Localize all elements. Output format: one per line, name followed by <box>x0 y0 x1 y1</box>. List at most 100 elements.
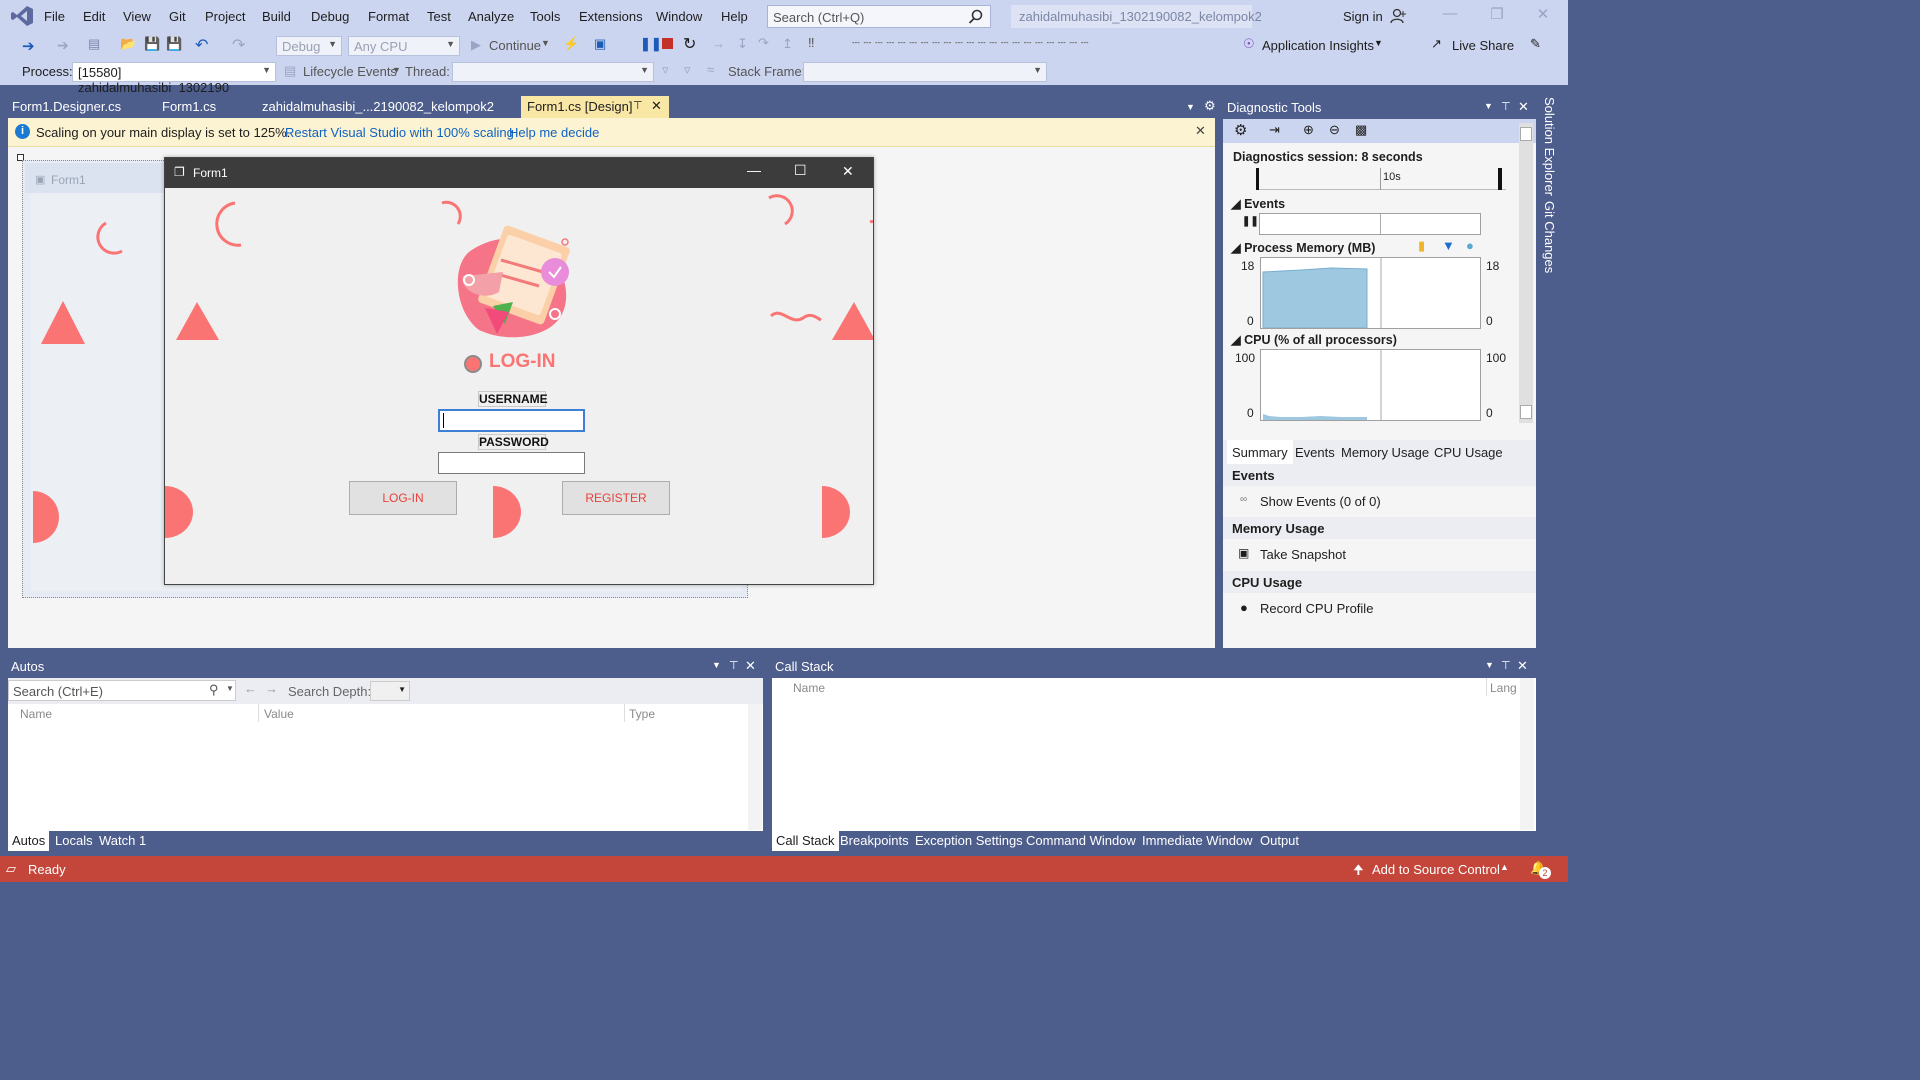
menu-git[interactable]: Git <box>169 9 186 24</box>
app-insights-dropdown-icon[interactable]: ▼ <box>1374 38 1383 48</box>
process-memory-chart[interactable] <box>1260 257 1481 329</box>
callstack-scrollbar[interactable] <box>1520 678 1534 830</box>
menu-view[interactable]: View <box>123 9 151 24</box>
menu-file[interactable]: File <box>44 9 65 24</box>
tab-events[interactable]: Events <box>1295 445 1335 460</box>
back-icon[interactable]: ➔ <box>22 37 35 55</box>
events-track[interactable] <box>1259 213 1481 235</box>
tab-autos[interactable]: Autos <box>8 831 50 851</box>
diag-pin-icon[interactable]: ⊤ <box>1501 100 1511 113</box>
open-folder-icon[interactable]: 📂 <box>120 36 136 52</box>
take-snapshot-button[interactable]: ▣ Take Snapshot <box>1223 546 1536 562</box>
search-forward-icon[interactable]: → <box>265 681 278 696</box>
application-insights-button[interactable]: Application Insights <box>1262 38 1374 53</box>
menu-extensions[interactable]: Extensions <box>579 9 643 24</box>
visual-studio-logo-icon[interactable] <box>10 5 34 27</box>
menu-debug[interactable]: Debug <box>311 9 349 24</box>
form-maximize-icon[interactable]: ☐ <box>794 162 807 179</box>
feedback-icon[interactable]: ✎ <box>1530 36 1541 52</box>
menu-window[interactable]: Window <box>656 9 702 24</box>
tab-breakpoints[interactable]: Breakpoints <box>840 833 909 848</box>
git-changes-tab[interactable]: Git Changes <box>1542 201 1557 273</box>
form-minimize-icon[interactable]: — <box>747 162 761 178</box>
step-into-icon[interactable]: ↧ <box>737 36 748 52</box>
search-input[interactable]: Search (Ctrl+Q) <box>767 5 991 28</box>
tab-output[interactable]: Output <box>1260 833 1299 848</box>
restore-window-icon[interactable]: ❐ <box>1482 5 1512 27</box>
menu-analyze[interactable]: Analyze <box>468 9 514 24</box>
save-all-icon[interactable]: 💾 <box>166 36 182 52</box>
callstack-close-icon[interactable]: ✕ <box>1517 658 1528 674</box>
events-pause-icon[interactable]: ❚❚ <box>1242 216 1259 227</box>
tab-exception-settings[interactable]: Exception Settings <box>915 833 1023 848</box>
step-out-icon[interactable]: ↥ <box>782 36 793 52</box>
save-icon[interactable]: 💾 <box>144 36 160 52</box>
show-events-link[interactable]: ∞ Show Events (0 of 0) <box>1223 494 1536 509</box>
continue-dropdown-icon[interactable]: ▼ <box>541 38 550 48</box>
menu-tools[interactable]: Tools <box>530 9 560 24</box>
callstack-col-name[interactable]: Name <box>793 681 825 695</box>
register-button[interactable]: REGISTER <box>562 481 670 515</box>
tab-project[interactable]: zahidalmuhasibi_...2190082_kelompok2 <box>256 96 500 118</box>
autos-search-input[interactable]: Search (Ctrl+E) ⚲ ▼ <box>8 680 236 701</box>
diag-dropdown-icon[interactable]: ▼ <box>1484 101 1493 111</box>
form-close-icon[interactable]: ✕ <box>842 163 854 180</box>
diag-scrollbar[interactable] <box>1519 123 1533 423</box>
search-depth-dropdown[interactable]: ▼ <box>370 681 410 701</box>
tab-command-window[interactable]: Command Window <box>1026 833 1136 848</box>
hot-reload-icon[interactable]: ⚡ <box>563 36 579 52</box>
platform-dropdown[interactable]: Any CPU ▼ <box>348 36 460 56</box>
stack-frame-dropdown[interactable]: ▼ <box>803 62 1047 82</box>
diag-settings-icon[interactable]: ⚙ <box>1234 121 1247 139</box>
reset-view-icon[interactable]: ▩ <box>1355 122 1367 138</box>
tab-summary[interactable]: Summary <box>1227 440 1293 464</box>
close-tab-icon[interactable]: ✕ <box>651 98 662 114</box>
callstack-pin-icon[interactable]: ⊤ <box>1501 659 1511 672</box>
new-project-icon[interactable]: ▤ <box>88 36 100 52</box>
close-window-icon[interactable]: ✕ <box>1528 5 1558 27</box>
step-over-icon[interactable]: ↷ <box>758 35 769 51</box>
screenshot-icon[interactable]: ▣ <box>594 36 606 52</box>
sign-in-link[interactable]: Sign in <box>1343 9 1383 24</box>
tab-form1-cs[interactable]: Form1.cs <box>156 96 222 118</box>
callstack-dropdown-icon[interactable]: ▼ <box>1485 660 1494 670</box>
hex-display-icon[interactable]: ‼ <box>808 35 815 50</box>
undo-icon[interactable]: ↶ <box>195 35 208 55</box>
diag-close-icon[interactable]: ✕ <box>1518 99 1529 115</box>
tab-locals[interactable]: Locals <box>55 833 93 848</box>
continue-button[interactable]: Continue <box>489 38 541 53</box>
callstack-col-lang[interactable]: Lang <box>1490 681 1517 695</box>
cpu-chart[interactable] <box>1260 349 1481 421</box>
login-button[interactable]: LOG-IN <box>349 481 457 515</box>
configuration-dropdown[interactable]: Debug ▼ <box>276 36 342 56</box>
autos-col-type[interactable]: Type <box>629 707 655 721</box>
stop-icon[interactable] <box>662 38 673 49</box>
account-icon[interactable] <box>1390 8 1406 24</box>
record-cpu-profile-button[interactable]: ● Record CPU Profile <box>1223 600 1536 616</box>
menu-edit[interactable]: Edit <box>83 9 105 24</box>
source-control-dropdown-icon[interactable]: ▲ <box>1500 862 1509 872</box>
settings-gear-icon[interactable]: ⚙ <box>1198 95 1222 117</box>
pin-icon[interactable]: ⊤ <box>633 99 643 112</box>
lifecycle-dropdown-icon[interactable]: ▼ <box>392 65 401 75</box>
live-share-button[interactable]: Live Share <box>1452 38 1514 53</box>
timeline-ruler[interactable]: 10s <box>1256 168 1506 190</box>
restart-scaling-link[interactable]: Restart Visual Studio with 100% scaling <box>285 125 514 140</box>
tab-form1-design[interactable]: Form1.cs [Design] ⊤ ✕ <box>521 96 669 118</box>
autos-col-name[interactable]: Name <box>20 707 52 721</box>
add-to-source-control-button[interactable]: Add to Source Control <box>1372 862 1500 877</box>
username-input[interactable] <box>438 409 585 432</box>
menu-format[interactable]: Format <box>368 9 409 24</box>
show-next-statement-icon[interactable]: → <box>712 36 725 51</box>
password-input[interactable] <box>438 452 585 474</box>
tab-watch-1[interactable]: Watch 1 <box>99 833 146 848</box>
menu-help[interactable]: Help <box>721 9 748 24</box>
pause-icon[interactable]: ❚❚ <box>640 36 662 52</box>
filter-clear-icon[interactable]: ▿ <box>684 62 691 78</box>
autos-dropdown-icon[interactable]: ▼ <box>712 660 721 670</box>
tab-call-stack[interactable]: Call Stack <box>772 831 839 851</box>
solution-explorer-tab[interactable]: Solution Explorer <box>1542 97 1557 196</box>
autos-scrollbar[interactable] <box>748 704 762 830</box>
forward-icon[interactable]: ➔ <box>57 37 69 54</box>
autos-close-icon[interactable]: ✕ <box>745 658 756 674</box>
